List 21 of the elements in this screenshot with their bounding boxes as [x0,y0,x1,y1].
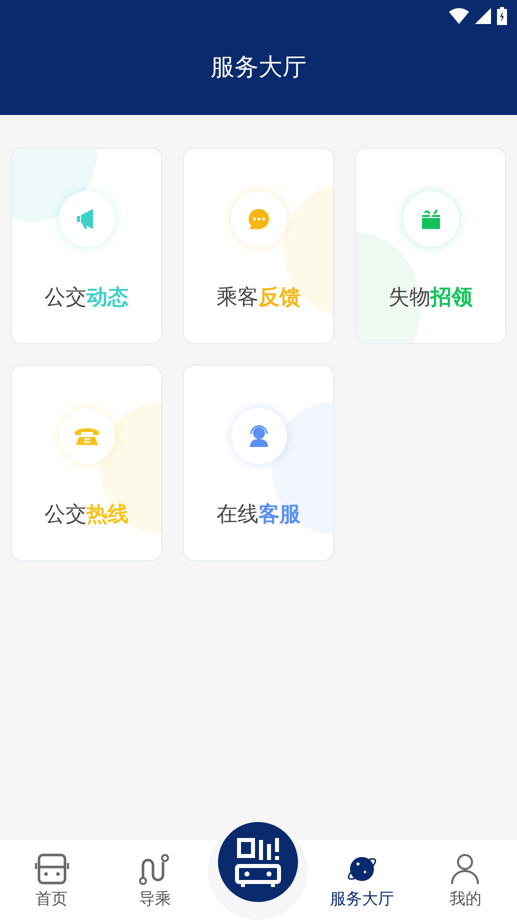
service-card[interactable]: 在线客服 [184,366,333,560]
service-card[interactable]: 公交动态 [12,149,161,343]
chat-bubble-icon [246,207,270,231]
signal-icon [475,8,491,24]
page-title: 服务大厅 [210,52,306,82]
service-card[interactable]: 乘客反馈 [184,149,333,343]
wifi-icon [449,8,469,24]
service-label: 公交热线 [44,501,128,528]
tab-item[interactable]: 首页 [0,840,104,920]
battery-icon [497,7,507,25]
tab-item[interactable]: 导乘 [103,840,207,920]
tab-item[interactable]: 我的 [414,840,517,920]
service-label: 乘客反馈 [216,284,300,311]
service-card[interactable]: 公交热线 [12,366,161,560]
bus-icon [34,853,69,885]
service-label: 在线客服 [216,501,300,528]
qr-bus-icon [233,836,283,888]
tab-item[interactable]: 服务大厅 [310,840,414,920]
service-label: 失物招领 [388,284,472,311]
service-card[interactable]: 失物招领 [356,149,505,343]
service-label: 公交动态 [44,284,128,311]
